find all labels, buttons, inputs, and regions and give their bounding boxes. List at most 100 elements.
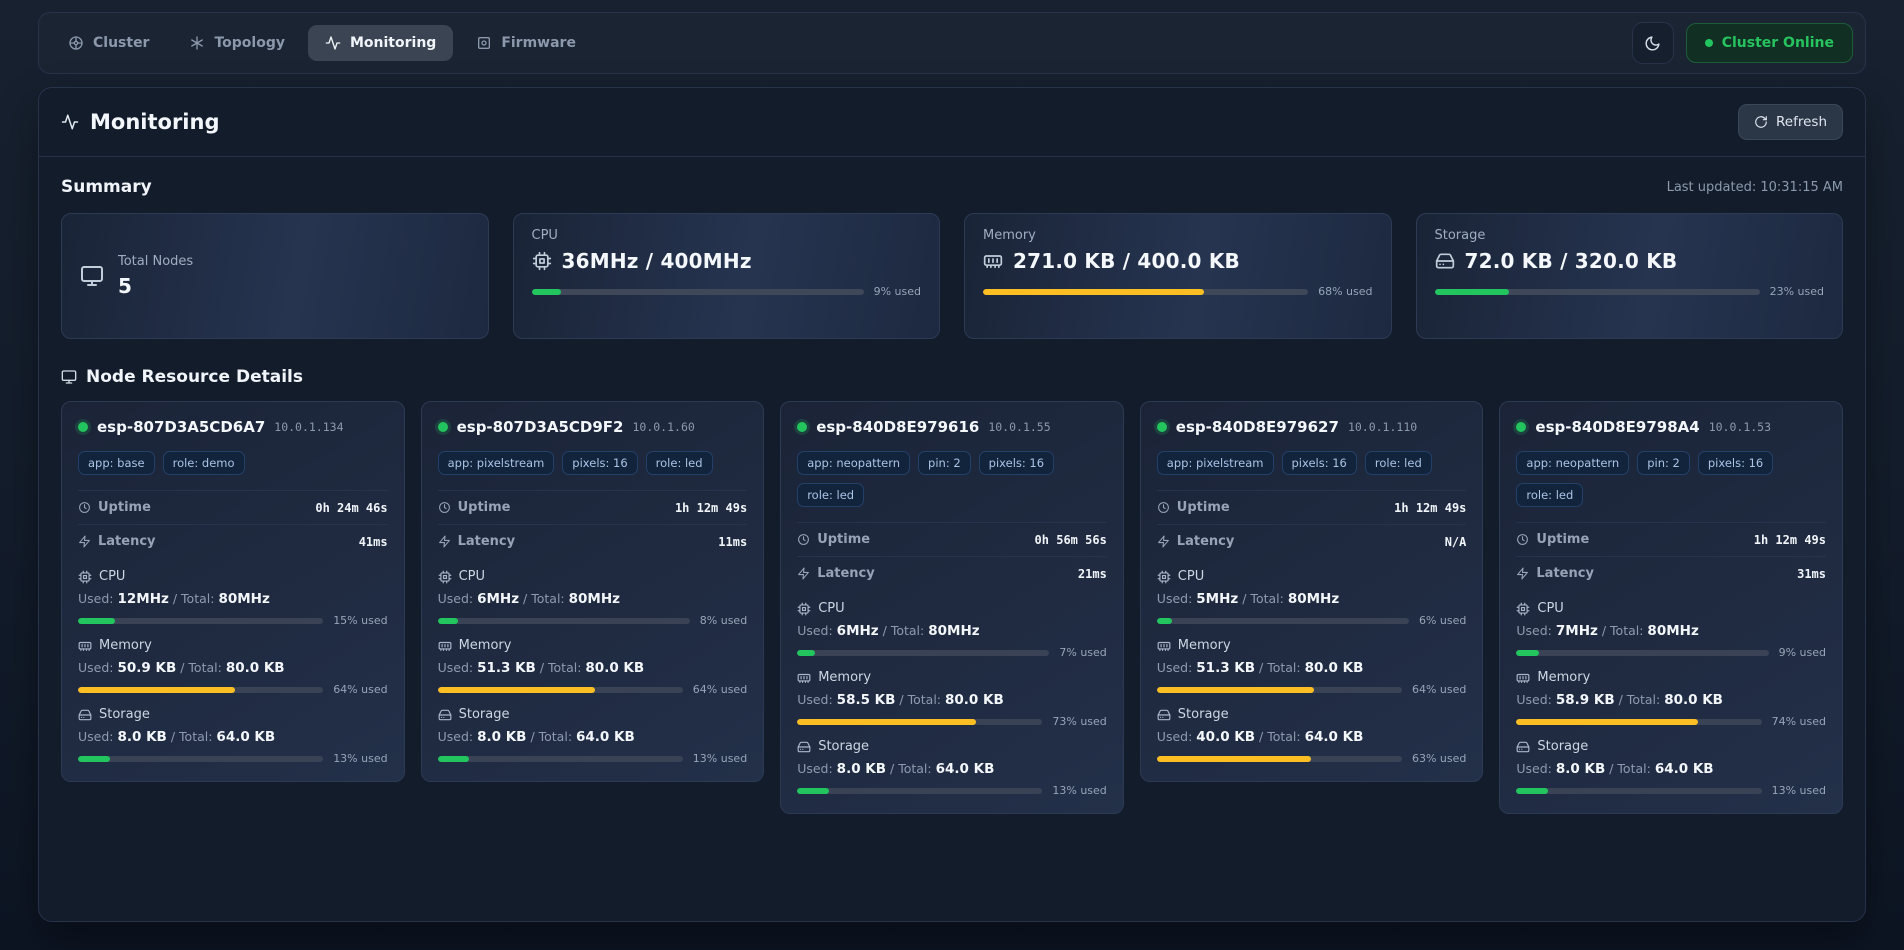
resource-label: Memory (1178, 638, 1231, 653)
nav-item-firmware[interactable]: Firmware (459, 25, 593, 61)
progress-bar (1157, 618, 1409, 624)
progress-bar (1516, 719, 1761, 725)
node-badge: role: demo (163, 451, 245, 475)
cluster-icon (68, 35, 84, 51)
resource-used-value: 8.0 KB (477, 729, 526, 745)
resource-label: Storage (459, 707, 510, 722)
progress-bar (1435, 289, 1760, 295)
summary-card-value: 36MHz / 400MHz (562, 249, 752, 273)
progress-bar (797, 719, 1042, 725)
node-badges-row: app: base role: demo (78, 451, 388, 475)
monitoring-icon (325, 35, 341, 51)
monitor-icon (80, 264, 104, 288)
node-ip: 10.0.1.60 (632, 420, 694, 434)
resource-total-value: 80MHz (1288, 591, 1339, 607)
node-badge: pixels: 16 (562, 451, 637, 475)
node-card: esp-807D3A5CD9F210.0.1.60app: pixelstrea… (421, 401, 765, 782)
resource-used-value: 58.9 KB (1556, 692, 1615, 708)
node-badge: app: base (78, 451, 155, 475)
summary-heading: Summary (61, 177, 152, 197)
memory-icon (78, 639, 92, 653)
cluster-status-button[interactable]: Cluster Online (1686, 23, 1853, 63)
resource-used-value: 51.3 KB (1196, 660, 1255, 676)
resource-usage-text: Used: 6MHz / Total: 80MHz (797, 623, 1107, 639)
progress-bar (78, 618, 323, 624)
percent-used-label: 8% used (700, 614, 747, 627)
resource-label: Memory (459, 638, 512, 653)
node-ip: 10.0.1.53 (1709, 420, 1771, 434)
resource-used-value: 8.0 KB (1556, 761, 1605, 777)
resource-used-value: 51.3 KB (477, 660, 536, 676)
refresh-button[interactable]: Refresh (1738, 104, 1843, 140)
node-name: esp-840D8E9798A4 (1535, 418, 1699, 436)
resource-label: CPU (1178, 569, 1204, 584)
resource-total-value: 80MHz (1647, 623, 1698, 639)
progress-bar (438, 618, 690, 624)
uptime-row: Uptime0h 24m 46s (78, 490, 388, 524)
nav-item-label: Cluster (93, 35, 149, 51)
node-badge: role: led (646, 451, 713, 475)
percent-used-label: 9% used (1779, 646, 1826, 659)
resource-used-value: 50.9 KB (117, 660, 176, 676)
refresh-icon-slot (1754, 115, 1768, 129)
progress-bar (983, 289, 1308, 295)
monitor-icon (61, 369, 77, 385)
node-card: esp-807D3A5CD6A710.0.1.134app: baserole:… (61, 401, 405, 782)
node-name: esp-840D8E979627 (1176, 418, 1339, 436)
progress-bar (797, 650, 1049, 656)
node-badge: pixels: 16 (979, 451, 1054, 475)
percent-used-label: 63% used (1412, 752, 1466, 765)
resource-label: CPU (99, 569, 125, 584)
resource-memory-section: MemoryUsed: 50.9 KB / Total: 80.0 KB64% … (78, 638, 388, 696)
percent-used-label: 13% used (333, 752, 387, 765)
resource-used-value: 6MHz (837, 623, 879, 639)
resource-used-value: 5MHz (1196, 591, 1238, 607)
theme-toggle-button[interactable] (1632, 22, 1674, 64)
progress-bar (78, 687, 323, 693)
zap-icon (797, 567, 810, 580)
node-status-dot (797, 422, 807, 432)
percent-used-label: 74% used (1772, 715, 1826, 728)
panel-body: Summary Last updated: 10:31:15 AM Total … (39, 157, 1865, 832)
resource-label: Storage (818, 739, 869, 754)
resource-label: Storage (99, 707, 150, 722)
resource-total-value: 64.0 KB (216, 729, 275, 745)
monitoring-panel: Monitoring Refresh Summary Last updated:… (38, 87, 1866, 922)
progress-bar (1157, 687, 1402, 693)
summary-card-value: 271.0 KB / 400.0 KB (1013, 249, 1240, 273)
node-badge: role: led (1516, 483, 1583, 507)
uptime-value: 1h 12m 49s (1394, 501, 1466, 515)
resource-cpu-section: CPUUsed: 7MHz / Total: 80MHz9% used (1516, 601, 1826, 659)
percent-used-label: 9% used (874, 285, 921, 298)
resource-total-value: 80MHz (569, 591, 620, 607)
node-badge: role: led (797, 483, 864, 507)
resource-used-value: 12MHz (117, 591, 168, 607)
resource-total-value: 80MHz (218, 591, 269, 607)
resource-total-value: 80.0 KB (585, 660, 644, 676)
node-badge: pin: 2 (918, 451, 971, 475)
last-updated-text: Last updated: 10:31:15 AM (1667, 180, 1843, 195)
node-ip: 10.0.1.55 (988, 420, 1050, 434)
nav-item-topology[interactable]: Topology (172, 25, 302, 61)
nav-item-cluster[interactable]: Cluster (51, 25, 166, 61)
progress-bar (78, 756, 323, 762)
progress-bar (797, 788, 1042, 794)
resource-cpu-section: CPUUsed: 6MHz / Total: 80MHz7% used (797, 601, 1107, 659)
clock-icon (1516, 533, 1529, 546)
resource-used-value: 58.5 KB (837, 692, 896, 708)
resource-used-value: 6MHz (477, 591, 519, 607)
resource-storage-section: StorageUsed: 8.0 KB / Total: 64.0 KB13% … (438, 707, 748, 765)
percent-used-label: 64% used (1412, 683, 1466, 696)
memory-icon (438, 639, 452, 653)
node-badge: pixels: 16 (1282, 451, 1357, 475)
percent-used-label: 7% used (1059, 646, 1106, 659)
resource-usage-text: Used: 8.0 KB / Total: 64.0 KB (1516, 761, 1826, 777)
resource-usage-text: Used: 40.0 KB / Total: 64.0 KB (1157, 729, 1467, 745)
progress-bar (1516, 650, 1768, 656)
summary-card-label: Storage (1435, 228, 1825, 243)
nav-item-monitoring[interactable]: Monitoring (308, 25, 453, 61)
resource-label: Memory (99, 638, 152, 653)
node-badges-row: app: pixelstreampixels: 16role: led (1157, 451, 1467, 475)
resource-usage-text: Used: 58.5 KB / Total: 80.0 KB (797, 692, 1107, 708)
memory-icon (983, 251, 1003, 271)
